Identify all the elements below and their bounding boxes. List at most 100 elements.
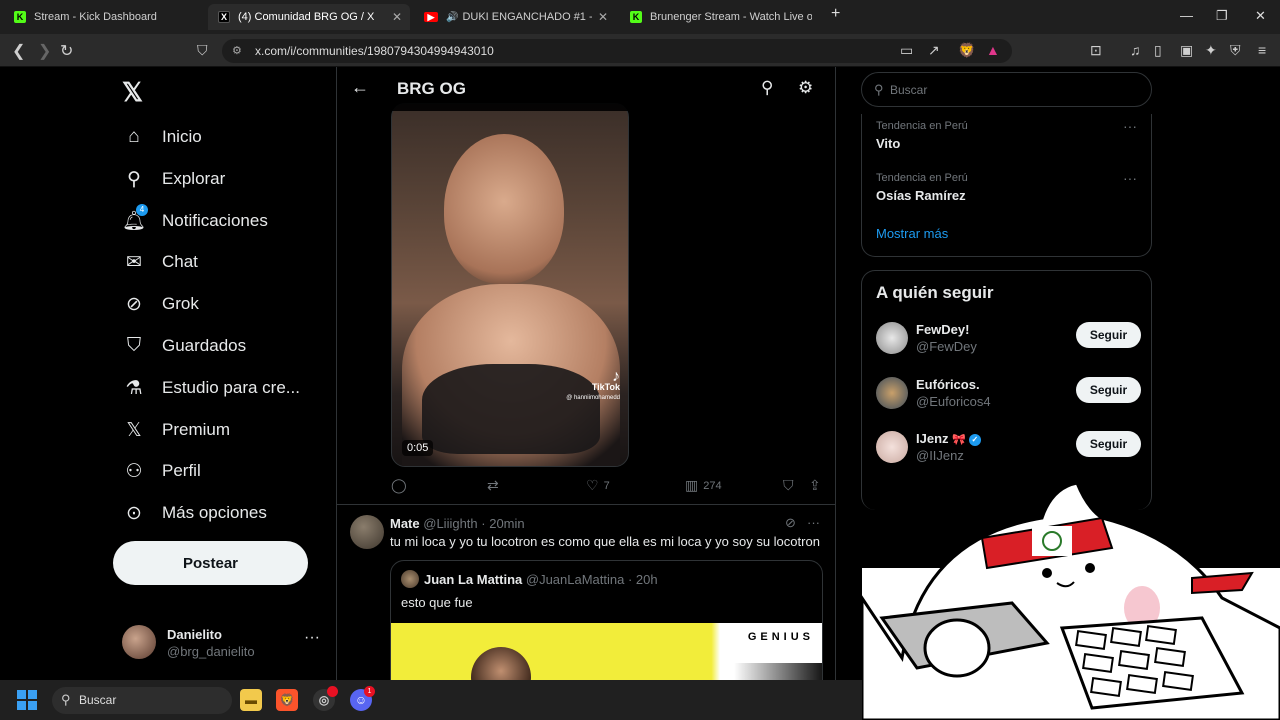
windows-start-icon[interactable] (17, 690, 37, 710)
tab-comunidad-brg[interactable]: X (4) Comunidad BRG OG / X ✕ (208, 4, 410, 30)
more-icon[interactable]: ··· (807, 515, 820, 530)
follow-suggestion[interactable]: IJenz 🎀 ✓ @IIJenz Seguir (876, 428, 1141, 468)
nav-label: Grok (162, 294, 199, 313)
nav-item-chat[interactable]: ✉ Chat (122, 244, 198, 280)
wallet-icon[interactable]: ▣ (1180, 42, 1193, 59)
close-tab-icon[interactable]: ✕ (392, 10, 402, 24)
quote-image[interactable]: GENIUS (391, 623, 822, 680)
brave-shields-icon[interactable]: 🦁 (958, 42, 975, 59)
search-placeholder: Buscar (79, 693, 117, 707)
follow-button[interactable]: Seguir (1076, 377, 1141, 403)
menu-icon[interactable]: ≡ (1258, 42, 1266, 58)
close-window-icon[interactable]: ✕ (1255, 8, 1266, 24)
nav-item-notificaciones[interactable]: 🔔︎ 4 Notificaciones (122, 203, 268, 239)
grok-icon[interactable]: ⊘ (785, 515, 796, 531)
user-name-row: IJenz 🎀 ✓ (916, 431, 981, 446)
more-icon: ⊙ (126, 502, 142, 524)
sidebar-icon[interactable]: ▯ (1154, 42, 1162, 59)
browser-tab-bar: K Stream - Kick Dashboard X (4) Comunida… (0, 0, 1280, 34)
vpn-icon[interactable]: ⛨ (1230, 42, 1241, 59)
discord-badge: 1 (364, 686, 375, 697)
maximize-icon[interactable]: ❐ (1216, 8, 1228, 24)
reload-icon[interactable]: ↻ (60, 41, 73, 61)
nav-item-estudio[interactable]: ⚗ Estudio para cre... (122, 370, 300, 406)
account-switcher[interactable]: Danielito @brg_danielito ··· (122, 625, 322, 665)
tiktok-user: @ hanniimohamedd (566, 395, 620, 401)
home-icon: ⌂ (128, 126, 140, 147)
verified-badge-icon: ✓ (968, 433, 981, 446)
share-button[interactable]: ⇪ (809, 477, 826, 494)
music-icon[interactable]: ♫ (1130, 42, 1141, 58)
site-info-icon[interactable]: ⚙ (232, 39, 242, 63)
nav-label: Chat (162, 252, 198, 271)
share-icon[interactable]: ↗ (928, 42, 940, 59)
bookmark-page-icon[interactable]: ⛉ (197, 42, 208, 59)
brave-rewards-icon[interactable]: ▲ (986, 42, 1000, 58)
bongo-cat-overlay (862, 481, 1280, 720)
x-logo-icon[interactable]: 𝕏 (122, 77, 143, 108)
brave-browser-icon[interactable]: 🦁 (276, 689, 298, 711)
minimize-icon[interactable]: — (1180, 8, 1193, 23)
bookmark-button[interactable]: ⛉ (783, 477, 799, 494)
follow-suggestion[interactable]: Eufóricos. @Euforicos4 Seguir (876, 374, 1141, 414)
bell-icon: 🔔︎ 4 (122, 204, 148, 232)
repost-button[interactable]: ⇄ (487, 477, 504, 494)
tab-brunenger[interactable]: K Brunenger Stream - Watch Live on Ki (620, 4, 820, 30)
reply-button[interactable]: ◯ (391, 477, 412, 494)
avatar (876, 377, 908, 409)
like-button[interactable]: ♡ 7 (586, 477, 610, 494)
more-icon[interactable]: ··· (304, 629, 320, 647)
views-button[interactable]: ▥ 274 (685, 477, 722, 494)
tiktok-watermark: ♪ TikTok @ hanniimohamedd (566, 369, 620, 404)
new-tab-icon[interactable]: + (831, 5, 840, 23)
avatar[interactable] (350, 515, 384, 549)
section-title: A quién seguir (876, 283, 994, 302)
quoted-tweet[interactable]: Juan La Mattina @JuanLaMattina · 20h est… (390, 560, 823, 680)
search-input[interactable]: ⚲ Buscar (861, 72, 1152, 107)
account-name: Danielito (167, 627, 222, 642)
search-icon[interactable]: ⚲ (761, 78, 773, 98)
follow-button[interactable]: Seguir (1076, 431, 1141, 457)
follow-button[interactable]: Seguir (1076, 322, 1141, 348)
back-arrow-icon[interactable]: ← (351, 77, 369, 98)
more-icon[interactable]: ··· (1123, 170, 1137, 186)
leo-ai-icon[interactable]: ✦ (1205, 42, 1217, 59)
cast-icon[interactable]: ▭ (900, 42, 913, 59)
tab-title: (4) Comunidad BRG OG / X (238, 11, 375, 23)
nav-item-perfil[interactable]: ⚇ Perfil (122, 453, 200, 489)
more-icon[interactable]: ··· (1123, 118, 1137, 134)
nav-item-inicio[interactable]: ⌂ Inicio (122, 119, 201, 155)
quote-header: Juan La Mattina @JuanLaMattina · 20h (424, 572, 658, 587)
trends-panel: Tendencia en Perú Vito ··· Tendencia en … (861, 114, 1152, 257)
nav-item-premium[interactable]: 𝕏 Premium (122, 412, 230, 448)
screenshot-icon[interactable]: ⊡ (1090, 42, 1102, 59)
tweet-video[interactable]: ♪ TikTok @ hanniimohamedd 0:05 (391, 103, 629, 467)
author-name[interactable]: Mate (390, 516, 420, 531)
user-handle: @IIJenz (916, 448, 964, 463)
trend-context: Tendencia en Perú (876, 172, 968, 184)
taskbar-search[interactable]: ⚲ Buscar (52, 687, 232, 714)
file-explorer-icon[interactable]: ▬ (240, 689, 262, 711)
person-image (471, 647, 531, 680)
nav-item-guardados[interactable]: ⛉ Guardados (122, 328, 246, 364)
avatar (401, 570, 419, 588)
author-handle[interactable]: @Liiighth (423, 516, 477, 531)
follow-suggestion[interactable]: FewDey! @FewDey Seguir (876, 319, 1141, 359)
address-bar[interactable]: ⚙ x.com/i/communities/198079430499494301… (222, 39, 1012, 63)
gear-icon[interactable]: ⚙ (798, 78, 813, 98)
forward-icon[interactable]: ❯ (38, 41, 51, 61)
tab-kick-dashboard[interactable]: K Stream - Kick Dashboard (4, 4, 204, 30)
trend-item[interactable]: Tendencia en Perú Osías Ramírez (876, 172, 968, 203)
divider (337, 504, 835, 505)
close-tab-icon[interactable]: ✕ (598, 10, 608, 24)
tab-duki[interactable]: ▶ 🔊 DUKI ENGANCHADO #1 - Yo ✕ (414, 4, 616, 30)
nav-item-mas-opciones[interactable]: ⊙ Más opciones (122, 495, 267, 531)
view-count: 274 (703, 479, 722, 492)
post-button[interactable]: Postear (113, 541, 308, 585)
nav-item-grok[interactable]: ⊘ Grok (122, 286, 199, 322)
trend-item[interactable]: Tendencia en Perú Vito (876, 120, 968, 151)
bookmark-icon: ⛉ (126, 335, 142, 356)
show-more-link[interactable]: Mostrar más (876, 226, 948, 241)
nav-item-explorar[interactable]: ⚲ Explorar (122, 161, 225, 197)
back-icon[interactable]: ❮ (12, 41, 25, 61)
